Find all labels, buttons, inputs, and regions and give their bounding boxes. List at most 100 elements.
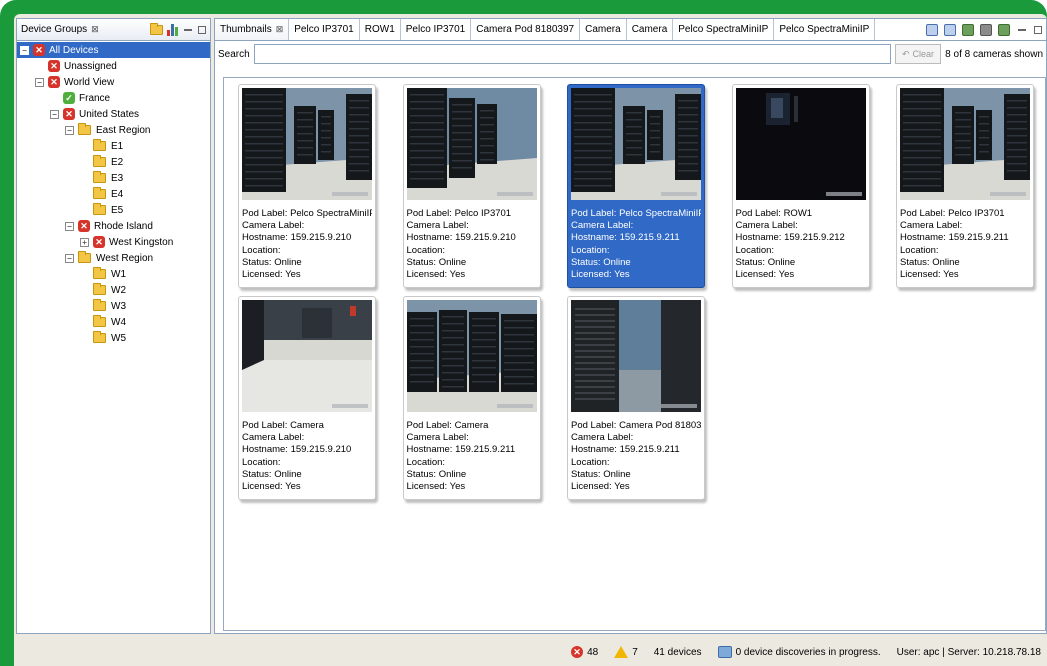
tab-2[interactable]: Pelco IP3701: [289, 19, 360, 40]
camera-image[interactable]: [735, 88, 866, 200]
camera-thumbnail[interactable]: Pod Label: Camera Camera Label: Hostname: …: [238, 296, 376, 500]
new-folder-icon[interactable]: [150, 22, 163, 35]
discovery-icon: [717, 646, 732, 658]
minimize-icon[interactable]: [1018, 28, 1026, 31]
search-label: Search: [218, 48, 250, 60]
camera-info-line: Camera Label:: [571, 432, 634, 444]
camera-info-line: Pod Label: Pelco IP3701: [406, 208, 512, 219]
tree-node[interactable]: ✕ Unassigned: [17, 58, 210, 74]
camera-info-line: Location:: [242, 244, 281, 256]
close-icon[interactable]: ⊠: [91, 24, 99, 35]
error-count[interactable]: 48: [587, 647, 598, 658]
camera-info-line: Hostname: 159.215.9.212: [735, 232, 845, 244]
camera-info-line: Status: Online: [571, 468, 631, 480]
camera-info-line: Location:: [406, 244, 446, 256]
collapse-icon[interactable]: −: [35, 77, 44, 87]
camera-image[interactable]: [406, 88, 537, 200]
tree-node[interactable]: E4: [17, 186, 210, 202]
collapse-icon[interactable]: −: [65, 125, 74, 135]
camera-thumbnail[interactable]: Pod Label: Pelco SpectraMiniIP Camera Lab…: [567, 84, 705, 288]
ok-icon: ✓: [63, 92, 75, 104]
export-icon[interactable]: [944, 23, 956, 36]
tree-node[interactable]: W3: [17, 298, 210, 314]
close-icon[interactable]: ⊠: [276, 24, 284, 35]
tree-node[interactable]: E5: [17, 202, 210, 218]
camera-info-line: Status: Online: [571, 256, 631, 268]
editor-toolbar: [926, 19, 1046, 40]
tree-node[interactable]: − ✕ United States: [17, 106, 210, 122]
window-frame: Device Groups ⊠ − ✕ All Devices ✕ Unassigned…: [0, 0, 1047, 666]
warning-count[interactable]: 7: [632, 647, 638, 658]
layout-icon[interactable]: [998, 23, 1010, 36]
tab-5[interactable]: Camera Pod 8180397: [471, 19, 581, 40]
camera-info-line: Hostname: 159.215.9.211: [900, 232, 1009, 244]
tree-node[interactable]: − ✕ All Devices: [17, 42, 210, 58]
tree-node-label: E5: [111, 204, 124, 216]
tree-node[interactable]: E3: [17, 170, 210, 186]
tab-6[interactable]: Camera: [580, 19, 627, 40]
grid-icon[interactable]: [980, 23, 992, 36]
camera-thumbnail[interactable]: Pod Label: ROW1 Camera Label: Hostname: 15…: [731, 84, 870, 288]
chart-icon[interactable]: [167, 23, 178, 36]
tab-1[interactable]: Thumbnails ⊠: [215, 19, 290, 40]
camera-thumbnail[interactable]: Pod Label: Pelco IP3701 Camera Label: Host…: [402, 84, 541, 288]
folder-icon: [93, 203, 106, 215]
clear-label: Clear: [912, 49, 934, 59]
camera-thumbnail[interactable]: Pod Label: Pelco SpectraMiniIP Camera Lab…: [238, 84, 376, 288]
camera-info-line: Camera Label:: [242, 220, 305, 232]
tree-node-label: Rhode Island: [94, 220, 153, 232]
maximize-icon[interactable]: [1034, 25, 1042, 34]
camera-info-line: Camera Label:: [406, 432, 469, 444]
collapse-icon[interactable]: −: [50, 109, 59, 119]
undo-icon: ↶: [901, 48, 910, 59]
tree-node[interactable]: − West Region: [17, 250, 210, 266]
tree-node[interactable]: W2: [17, 282, 210, 298]
tab-7[interactable]: Camera: [626, 19, 674, 40]
tree-node[interactable]: W4: [17, 314, 210, 330]
camera-image[interactable]: [571, 300, 701, 412]
device-count: 41 devices: [653, 646, 702, 658]
camera-image[interactable]: [406, 300, 537, 412]
camera-info-line: Licensed: Yes: [571, 481, 630, 493]
folder-icon: [93, 267, 106, 279]
camera-info-line: Camera Label:: [406, 220, 469, 232]
camera-info-line: Camera Label:: [242, 432, 305, 444]
expand-icon[interactable]: +: [80, 237, 89, 247]
tree-node[interactable]: W5: [17, 330, 210, 346]
search-input[interactable]: [253, 44, 891, 64]
camera-image[interactable]: [571, 88, 701, 200]
device-groups-tab[interactable]: Device Groups ⊠: [17, 19, 210, 41]
camera-thumbnail[interactable]: Pod Label: Camera Camera Label: Hostname: …: [402, 296, 541, 500]
tree-node[interactable]: − ✕ Rhode Island: [17, 218, 210, 234]
tab-label: Thumbnails: [220, 24, 272, 35]
tree-node[interactable]: − ✕ World View: [17, 74, 210, 90]
maximize-icon[interactable]: [198, 25, 206, 34]
tree-node[interactable]: E2: [17, 154, 210, 170]
tree-node[interactable]: W1: [17, 266, 210, 282]
tree-node[interactable]: + ✕ West Kingston: [17, 234, 210, 250]
tree-node-label: W5: [111, 332, 126, 344]
camera-info-line: Location:: [571, 244, 610, 256]
tab-4[interactable]: Pelco IP3701: [400, 19, 472, 40]
minimize-icon[interactable]: [184, 28, 192, 31]
camera-image[interactable]: [242, 88, 372, 200]
camera-image[interactable]: [242, 300, 372, 412]
collapse-icon[interactable]: −: [65, 253, 74, 263]
tree-node[interactable]: E1: [17, 138, 210, 154]
camera-image[interactable]: [900, 88, 1030, 200]
camera-info: Pod Label: Camera Camera Label: Hostname: …: [407, 420, 537, 493]
monitor-icon[interactable]: [926, 23, 938, 36]
tab-8[interactable]: Pelco SpectraMiniIP: [673, 19, 775, 40]
collapse-icon[interactable]: −: [20, 45, 29, 55]
collapse-icon[interactable]: −: [65, 221, 74, 231]
tree-node[interactable]: ✓ France: [17, 90, 210, 106]
clear-button[interactable]: ↶ Clear: [894, 44, 942, 64]
tab-9[interactable]: Pelco SpectraMiniIP: [774, 19, 876, 40]
camera-info-line: Pod Label: Pelco SpectraMiniIP: [571, 208, 701, 219]
camera-thumbnail[interactable]: Pod Label: Camera Pod 8180397 Camera Labe…: [567, 296, 705, 500]
tab-3[interactable]: ROW1: [359, 19, 401, 40]
refresh-icon[interactable]: [962, 23, 974, 36]
tree-node[interactable]: − East Region: [17, 122, 210, 138]
tab-label: Camera Pod 8180397: [476, 24, 575, 35]
camera-thumbnail[interactable]: Pod Label: Pelco IP3701 Camera Label: Host…: [896, 84, 1034, 288]
